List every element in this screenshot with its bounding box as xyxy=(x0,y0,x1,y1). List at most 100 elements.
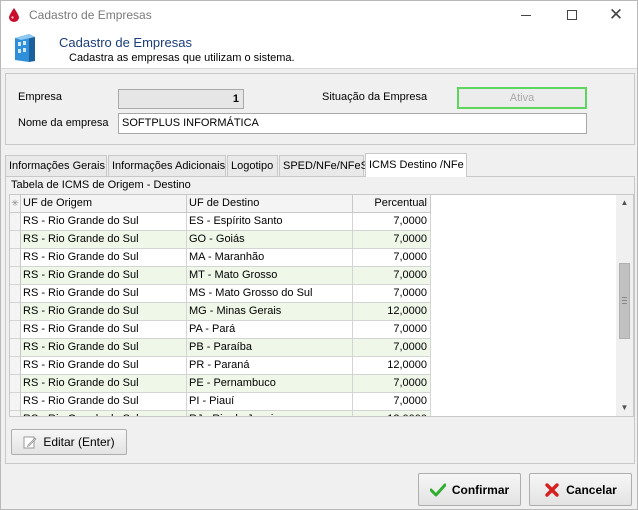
title-bar: Cadastro de Empresas ✕ xyxy=(1,1,637,29)
situacao-status-field: Ativa xyxy=(457,87,587,109)
cell-uf-origem: RS - Rio Grande do Sul xyxy=(21,303,187,321)
nome-empresa-input[interactable]: SOFTPLUS INFORMÁTICA xyxy=(118,113,587,134)
cell-uf-destino: MS - Mato Grosso do Sul xyxy=(187,285,353,303)
grid-header: ✳ UF de Origem UF de Destino Percentual xyxy=(10,195,431,213)
cell-uf-destino: MT - Mato Grosso xyxy=(187,267,353,285)
cell-uf-destino: PE - Pernambuco xyxy=(187,375,353,393)
column-header-uf-destino[interactable]: UF de Destino xyxy=(187,195,353,213)
close-button[interactable]: ✕ xyxy=(593,1,638,29)
edit-button[interactable]: Editar (Enter) xyxy=(11,429,127,455)
row-indicator[interactable] xyxy=(10,267,21,285)
edit-button-label: Editar (Enter) xyxy=(43,435,115,449)
close-icon: ✕ xyxy=(608,5,624,24)
confirm-button[interactable]: Confirmar xyxy=(418,473,521,506)
confirm-button-label: Confirmar xyxy=(451,482,510,497)
cell-uf-destino: ES - Espírito Santo xyxy=(187,213,353,231)
grip-line xyxy=(622,297,627,298)
cell-uf-origem: RS - Rio Grande do Sul xyxy=(21,267,187,285)
cell-percentual: 12,0000 xyxy=(353,411,431,416)
cell-percentual: 7,0000 xyxy=(353,321,431,339)
cell-uf-destino: GO - Goiás xyxy=(187,231,353,249)
cell-uf-origem: RS - Rio Grande do Sul xyxy=(21,321,187,339)
table-row[interactable]: RS - Rio Grande do Sul MT - Mato Grosso 7,… xyxy=(10,267,431,285)
minimize-button[interactable] xyxy=(503,1,549,29)
cell-uf-origem: RS - Rio Grande do Sul xyxy=(21,393,187,411)
scroll-down-icon[interactable]: ▼ xyxy=(616,400,633,416)
row-indicator[interactable] xyxy=(10,231,21,249)
table-row[interactable]: RS - Rio Grande do Sul PR - Paraná 12,0000 xyxy=(10,357,431,375)
cell-percentual: 7,0000 xyxy=(353,285,431,303)
header-title: Cadastro de Empresas xyxy=(59,35,192,50)
row-indicator[interactable] xyxy=(10,393,21,411)
row-indicator[interactable] xyxy=(10,357,21,375)
grip-line xyxy=(622,300,627,301)
cell-percentual: 7,0000 xyxy=(353,375,431,393)
grip-line xyxy=(622,303,627,304)
cell-uf-origem: RS - Rio Grande do Sul xyxy=(21,249,187,267)
table-row[interactable]: RS - Rio Grande do Sul MS - Mato Grosso d… xyxy=(10,285,431,303)
scroll-up-icon[interactable]: ▲ xyxy=(616,195,633,211)
row-indicator[interactable] xyxy=(10,339,21,357)
tab-informacoes-adicionais[interactable]: Informações Adicionais xyxy=(108,155,226,176)
table-row[interactable]: RS - Rio Grande do Sul PI - Piauí 7,0000 xyxy=(10,393,431,411)
grid-caption: Tabela de ICMS de Origem - Destino xyxy=(11,179,191,191)
nome-label: Nome da empresa xyxy=(18,117,109,129)
row-indicator[interactable] xyxy=(10,285,21,303)
vertical-scrollbar[interactable]: ▲ ▼ xyxy=(616,195,633,416)
window: Cadastro de Empresas ✕ Cadastro de Empre… xyxy=(0,0,638,510)
tab-sped-nfe[interactable]: SPED/NFe/NFeS xyxy=(279,155,368,176)
icms-grid: ✳ UF de Origem UF de Destino Percentual … xyxy=(9,194,634,417)
cell-uf-destino: PR - Paraná xyxy=(187,357,353,375)
table-row[interactable]: RS - Rio Grande do Sul PA - Pará 7,0000 xyxy=(10,321,431,339)
situacao-label: Situação da Empresa xyxy=(322,91,428,103)
cell-uf-destino: MG - Minas Gerais xyxy=(187,303,353,321)
company-form: Empresa 1 Situação da Empresa Ativa Nome… xyxy=(5,73,635,145)
tab-logotipo[interactable]: Logotipo xyxy=(227,155,278,176)
cell-percentual: 12,0000 xyxy=(353,357,431,375)
cell-uf-destino: MA - Maranhão xyxy=(187,249,353,267)
tab-informacoes-gerais[interactable]: Informações Gerais xyxy=(5,155,107,176)
row-indicator[interactable] xyxy=(10,303,21,321)
maximize-button[interactable] xyxy=(549,1,595,29)
column-header-percentual[interactable]: Percentual xyxy=(353,195,431,213)
edit-pencil-icon xyxy=(23,436,37,449)
cell-uf-origem: RS - Rio Grande do Sul xyxy=(21,375,187,393)
row-indicator[interactable] xyxy=(10,321,21,339)
window-title: Cadastro de Empresas xyxy=(29,8,152,22)
cell-percentual: 7,0000 xyxy=(353,213,431,231)
grid-rows: RS - Rio Grande do Sul ES - Espírito Sant… xyxy=(10,213,431,416)
table-row[interactable]: RS - Rio Grande do SulRJ - Rio de Janeir… xyxy=(10,411,431,416)
tab-icms-destino[interactable]: ICMS Destino /NFe xyxy=(365,153,467,177)
table-row[interactable]: RS - Rio Grande do Sul ES - Espírito Sant… xyxy=(10,213,431,231)
table-row[interactable]: RS - Rio Grande do Sul PB - Paraíba 7,0000 xyxy=(10,339,431,357)
empresa-code-field: 1 xyxy=(118,89,244,109)
cell-uf-origem: RS - Rio Grande do Sul xyxy=(21,357,187,375)
maximize-icon xyxy=(567,10,577,20)
app-drop-icon xyxy=(9,8,19,22)
cell-uf-destino: PA - Pará xyxy=(187,321,353,339)
row-indicator[interactable] xyxy=(10,213,21,231)
header-panel: Cadastro de Empresas Cadastra as empresa… xyxy=(1,29,637,69)
cancel-x-icon xyxy=(545,482,559,497)
cell-percentual: 7,0000 xyxy=(353,231,431,249)
minimize-icon xyxy=(521,14,531,16)
table-row[interactable]: RS - Rio Grande do Sul PE - Pernambuco 7,0… xyxy=(10,375,431,393)
row-indicator[interactable] xyxy=(10,249,21,267)
cell-percentual: 7,0000 xyxy=(353,249,431,267)
column-header-uf-origem[interactable]: UF de Origem xyxy=(21,195,187,213)
row-indicator[interactable] xyxy=(10,375,21,393)
cell-percentual: 7,0000 xyxy=(353,393,431,411)
table-row[interactable]: RS - Rio Grande do Sul GO - Goiás 7,0000 xyxy=(10,231,431,249)
table-row[interactable]: RS - Rio Grande do Sul MG - Minas Gerais 1… xyxy=(10,303,431,321)
cancel-button-label: Cancelar xyxy=(566,482,617,497)
cell-uf-origem: RS - Rio Grande do Sul xyxy=(21,213,187,231)
cell-uf-origem: RS - Rio Grande do Sul xyxy=(21,411,187,416)
header-subtitle: Cadastra as empresas que utilizam o sist… xyxy=(69,52,295,64)
empresa-label: Empresa xyxy=(18,91,63,103)
scroll-thumb[interactable] xyxy=(619,263,630,339)
cancel-button[interactable]: Cancelar xyxy=(529,473,632,506)
table-row[interactable]: RS - Rio Grande do Sul MA - Maranhão 7,000… xyxy=(10,249,431,267)
cell-uf-destino: PB - Paraíba xyxy=(187,339,353,357)
row-indicator[interactable] xyxy=(10,411,21,416)
cell-uf-origem: RS - Rio Grande do Sul xyxy=(21,339,187,357)
